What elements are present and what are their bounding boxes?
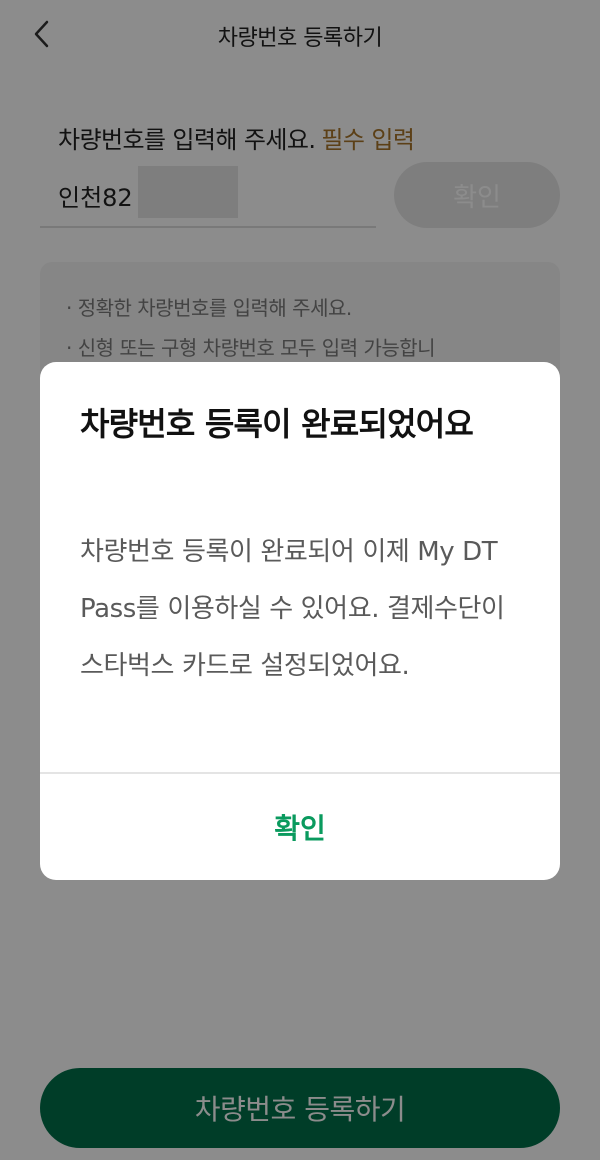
dialog-title: 차량번호 등록이 완료되었어요 — [80, 405, 474, 443]
dialog-confirm-button[interactable]: 확인 — [40, 774, 560, 880]
dialog-message: 차량번호 등록이 완료되어 이제 My DT Pass를 이용하실 수 있어요.… — [80, 537, 505, 681]
registration-complete-dialog: 차량번호 등록이 완료되었어요 차량번호 등록이 완료되어 이제 My DT P… — [40, 362, 560, 880]
